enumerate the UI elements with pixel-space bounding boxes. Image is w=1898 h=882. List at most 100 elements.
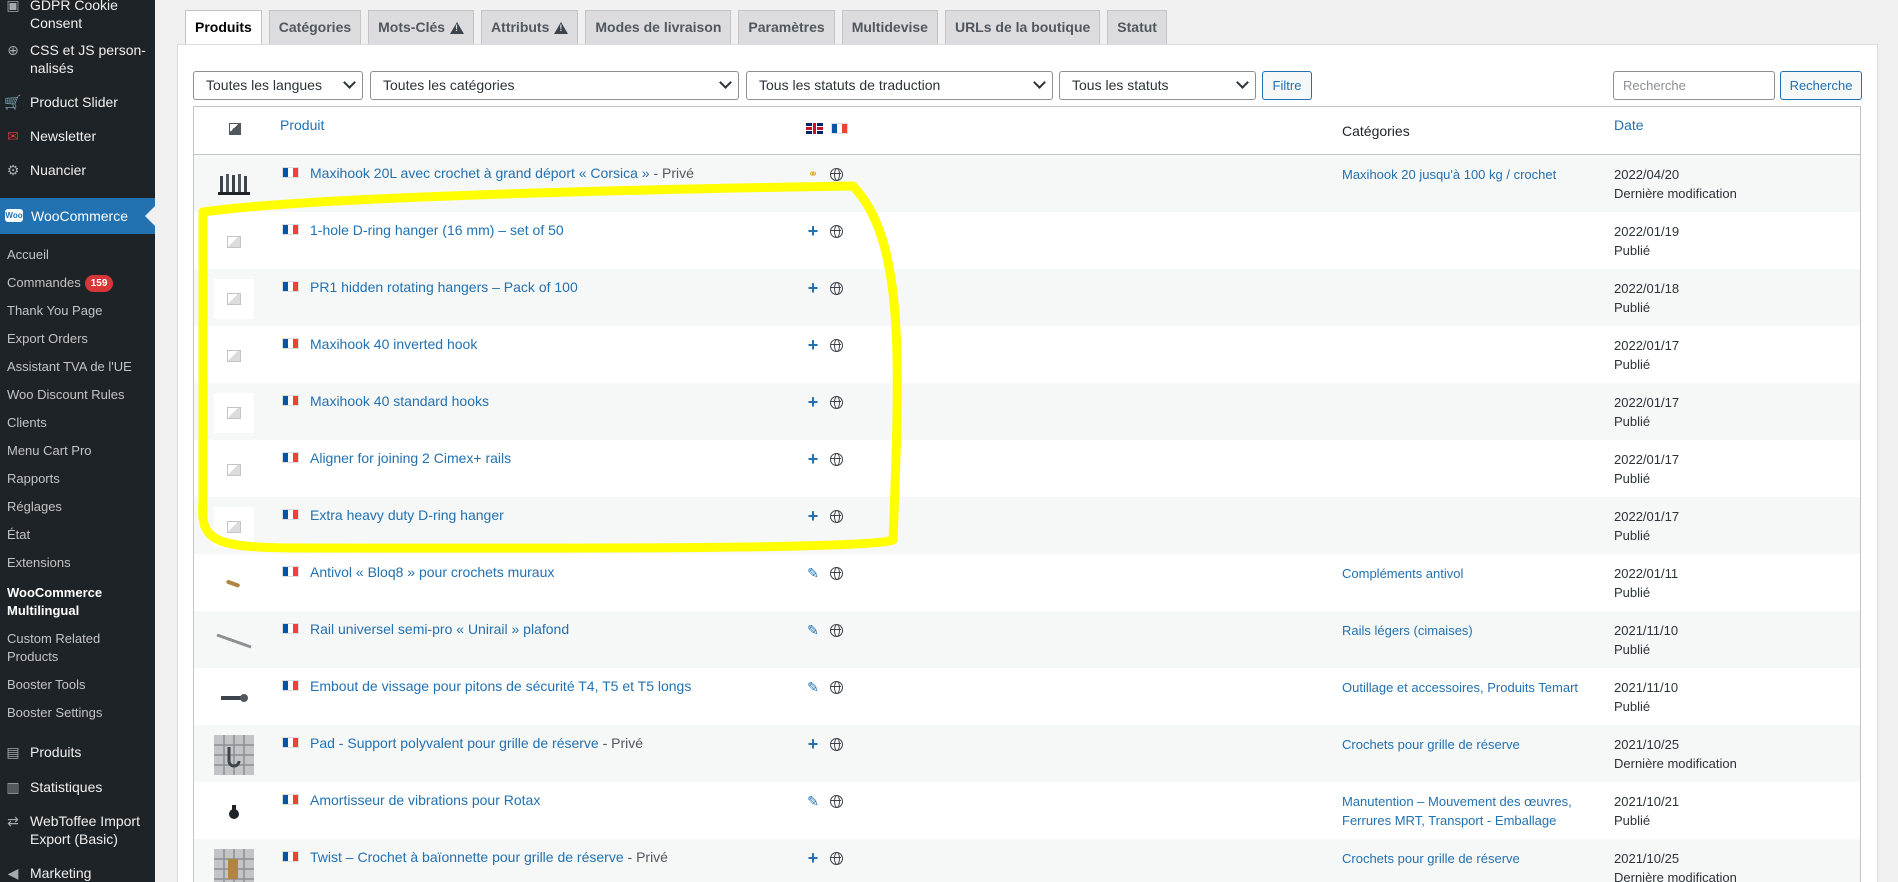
globe-icon[interactable] (830, 225, 843, 238)
date-column-header[interactable]: Date (1614, 117, 1644, 133)
edit-translation-pencil-icon[interactable]: ✎ (806, 622, 820, 638)
product-name-link[interactable]: Aligner for joining 2 Cimex+ rails (310, 450, 511, 466)
search-button[interactable]: Recherche (1780, 71, 1862, 100)
sidebar-item-gdpr[interactable]: ▣ GDPR Cookie Consent (0, 0, 155, 32)
product-category-link[interactable]: Crochets pour grille de réserve (1342, 735, 1592, 754)
product-category-link[interactable]: Maxihook 20 jusqu'à 100 kg / crochet (1342, 165, 1592, 184)
tab-modes-de-livraison[interactable]: Modes de livraison (585, 10, 732, 44)
search-input[interactable]: Recherche (1613, 71, 1775, 100)
sidebar-subitem-r-glages[interactable]: Réglages (7, 498, 153, 516)
product-category-link[interactable]: Outillage et accessoires, Produits Temar… (1342, 678, 1592, 697)
product-category-link[interactable]: Crochets pour grille de réserve (1342, 849, 1592, 868)
edit-translation-pencil-icon[interactable]: ✎ (806, 679, 820, 695)
add-translation-plus-icon[interactable]: + (806, 450, 820, 468)
product-date-cell: 2021/10/25 Dernière modification (1614, 849, 1737, 882)
sidebar-subitem-booster-tools[interactable]: Booster Tools (7, 676, 153, 694)
sidebar-subitem-tat[interactable]: État (7, 526, 153, 544)
sidebar-subitem-accueil[interactable]: Accueil (7, 246, 153, 264)
product-name-link[interactable]: Maxihook 20L avec crochet à grand déport… (310, 165, 694, 181)
sidebar-subitem-extensions[interactable]: Extensions (7, 554, 153, 572)
product-category-link[interactable]: Manutention – Mouvement des œuvres, Ferr… (1342, 792, 1592, 830)
globe-icon[interactable] (830, 681, 843, 694)
product-thumbnail (214, 564, 254, 604)
status-filter-select[interactable]: Tous les statuts (1059, 71, 1256, 100)
tab-param-tres[interactable]: Paramètres (738, 10, 835, 44)
product-status: Publié (1614, 243, 1651, 258)
category-filter-select[interactable]: Toutes les catégories (370, 71, 739, 100)
product-date: 2022/01/17 (1614, 395, 1680, 410)
product-name-link[interactable]: 1-hole D-ring hanger (16 mm) – set of 50 (310, 222, 564, 238)
product-date-cell: 2021/11/10 Publié (1614, 621, 1678, 659)
sidebar-subitem-clients[interactable]: Clients (7, 414, 153, 432)
sidebar-subitem-booster-settings[interactable]: Booster Settings (7, 704, 153, 722)
sidebar-subitem-label: Menu Cart Pro (7, 443, 92, 458)
sidebar-item-produits[interactable]: ▤ Produits (0, 743, 155, 761)
globe-icon[interactable] (830, 567, 843, 580)
globe-icon[interactable] (830, 396, 843, 409)
tab-urls-de-la-boutique[interactable]: URLs de la boutique (944, 10, 1101, 44)
product-name-link[interactable]: Amortisseur de vibrations pour Rotax (310, 792, 540, 808)
product-category-link[interactable]: Rails légers (cimaises) (1342, 621, 1592, 640)
product-date: 2021/10/25 (1614, 737, 1680, 752)
duplicate-translation-icon[interactable]: ⚭ (806, 166, 820, 182)
tab-attributs[interactable]: Attributs (481, 10, 579, 44)
sidebar-item-nuancier[interactable]: ⚙ Nuancier (0, 161, 155, 179)
sidebar-subitem-rapports[interactable]: Rapports (7, 470, 153, 488)
sidebar-subitem-woo-discount-rules[interactable]: Woo Discount Rules (7, 386, 153, 404)
product-name-link[interactable]: Rail universel semi-pro « Unirail » plaf… (310, 621, 569, 637)
edit-translation-pencil-icon[interactable]: ✎ (806, 793, 820, 809)
globe-icon[interactable] (830, 510, 843, 523)
sidebar-subitem-menu-cart-pro[interactable]: Menu Cart Pro (7, 442, 153, 460)
globe-icon[interactable] (830, 282, 843, 295)
sidebar-subitem-thank-you-page[interactable]: Thank You Page (7, 302, 153, 320)
add-translation-plus-icon[interactable]: + (806, 507, 820, 525)
product-name-link[interactable]: PR1 hidden rotating hangers – Pack of 10… (310, 279, 578, 295)
sidebar-item-woocommerce[interactable]: Woo WooCommerce (0, 198, 155, 234)
sidebar-item-webtoffee[interactable]: ⇄ WebToffee Import Export (Basic) (0, 812, 150, 848)
sidebar-subitem-custom-related-products[interactable]: Custom Related Products (7, 630, 153, 666)
private-status-label: - Privé (623, 849, 668, 865)
sidebar-subitem-export-orders[interactable]: Export Orders (7, 330, 153, 348)
globe-icon[interactable] (830, 738, 843, 751)
product-name-link[interactable]: Maxihook 40 standard hooks (310, 393, 489, 409)
product-category-link[interactable]: Compléments antivol (1342, 564, 1592, 583)
product-name-link[interactable]: Extra heavy duty D-ring hanger (310, 507, 504, 523)
globe-icon[interactable] (830, 795, 843, 808)
add-translation-plus-icon[interactable]: + (806, 336, 820, 354)
sidebar-subitem-assistant-tva-de-l-ue[interactable]: Assistant TVA de l'UE (7, 358, 153, 376)
sidebar-item-css-js[interactable]: ⊕ CSS et JS person-nalisés (0, 41, 155, 77)
translation-status-filter-select[interactable]: Tous les statuts de traduction (746, 71, 1053, 100)
globe-icon[interactable] (830, 852, 843, 865)
tab-multidevise[interactable]: Multidevise (841, 10, 938, 44)
language-filter-select[interactable]: Toutes les langues (193, 71, 363, 100)
product-name-link[interactable]: Maxihook 40 inverted hook (310, 336, 477, 352)
product-name-link[interactable]: Pad - Support polyvalent pour grille de … (310, 735, 643, 751)
tab-label: Produits (195, 19, 252, 35)
add-translation-plus-icon[interactable]: + (806, 849, 820, 867)
add-translation-plus-icon[interactable]: + (806, 222, 820, 240)
product-name-link[interactable]: Antivol « Bloq8 » pour crochets muraux (310, 564, 554, 580)
tab-statut[interactable]: Statut (1107, 10, 1167, 44)
add-translation-plus-icon[interactable]: + (806, 735, 820, 753)
tab-mots-cl-s[interactable]: Mots-Clés (368, 10, 475, 44)
sidebar-item-newsletter[interactable]: ✉ Newsletter (0, 127, 155, 145)
sidebar-subitem-commandes[interactable]: Commandes 159 (7, 274, 153, 292)
filter-button[interactable]: Filtre (1262, 71, 1312, 100)
globe-icon[interactable] (830, 168, 843, 181)
add-translation-plus-icon[interactable]: + (806, 279, 820, 297)
add-translation-plus-icon[interactable]: + (806, 393, 820, 411)
product-name-link[interactable]: Twist – Crochet à baïonnette pour grille… (310, 849, 668, 865)
tab-cat-gories[interactable]: Catégories (268, 10, 362, 44)
sidebar-subitem-woocommerce-multilingual[interactable]: WooCommerce Multilingual (7, 584, 153, 620)
edit-translation-pencil-icon[interactable]: ✎ (806, 565, 820, 581)
sidebar-item-marketing[interactable]: ◀ Marketing (0, 864, 155, 882)
globe-icon[interactable] (830, 339, 843, 352)
product-name-link[interactable]: Embout de vissage pour pitons de sécurit… (310, 678, 691, 694)
sidebar-item-statistiques[interactable]: ▥ Statistiques (0, 778, 155, 796)
globe-icon[interactable] (830, 624, 843, 637)
sidebar-item-product-slider[interactable]: 🛒 Product Slider (0, 93, 155, 111)
product-column-header[interactable]: Produit (280, 117, 324, 133)
tab-produits[interactable]: Produits (185, 10, 262, 44)
fr-flag-icon (282, 395, 299, 406)
globe-icon[interactable] (830, 453, 843, 466)
